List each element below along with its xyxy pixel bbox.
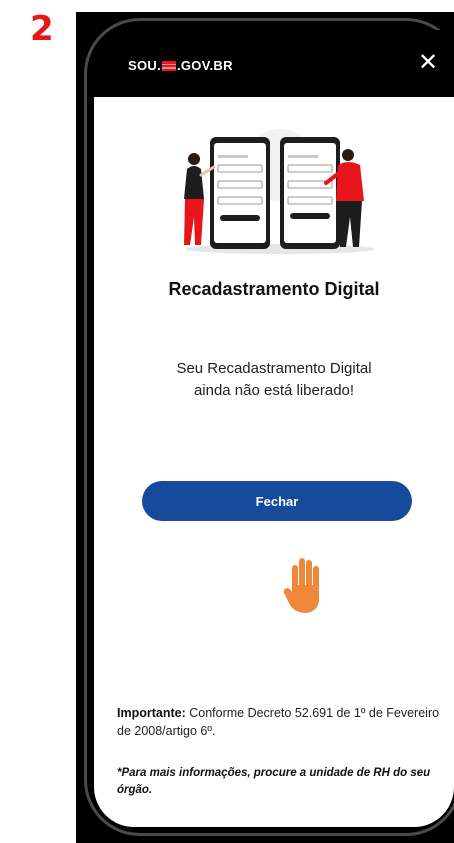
status-message-line-1: Seu Recadastramento Digital xyxy=(176,360,372,377)
brand-prefix: SOU. xyxy=(128,58,161,73)
important-label: Importante: xyxy=(117,706,186,720)
raised-hand-icon xyxy=(283,558,319,613)
close-button[interactable]: Fechar xyxy=(142,481,412,521)
brand-suffix: .GOV.BR xyxy=(176,58,233,73)
step-number: 2 xyxy=(30,9,54,49)
page-title: Recadastramento Digital xyxy=(168,279,380,299)
brand-logo: SOU. .GOV.BR xyxy=(128,58,233,73)
sp-flag-icon xyxy=(161,61,176,71)
close-icon[interactable]: ✕ xyxy=(418,50,438,74)
status-message: Seu Recadastramento Digital ainda não es… xyxy=(94,358,454,402)
registration-illustration xyxy=(184,129,375,254)
hr-note: *Para mais informações, procure a unidad… xyxy=(117,767,431,796)
status-message-line-2: ainda não está liberado! xyxy=(193,382,355,399)
important-notice: Importante: Conforme Decreto 52.691 de 1… xyxy=(117,704,442,740)
